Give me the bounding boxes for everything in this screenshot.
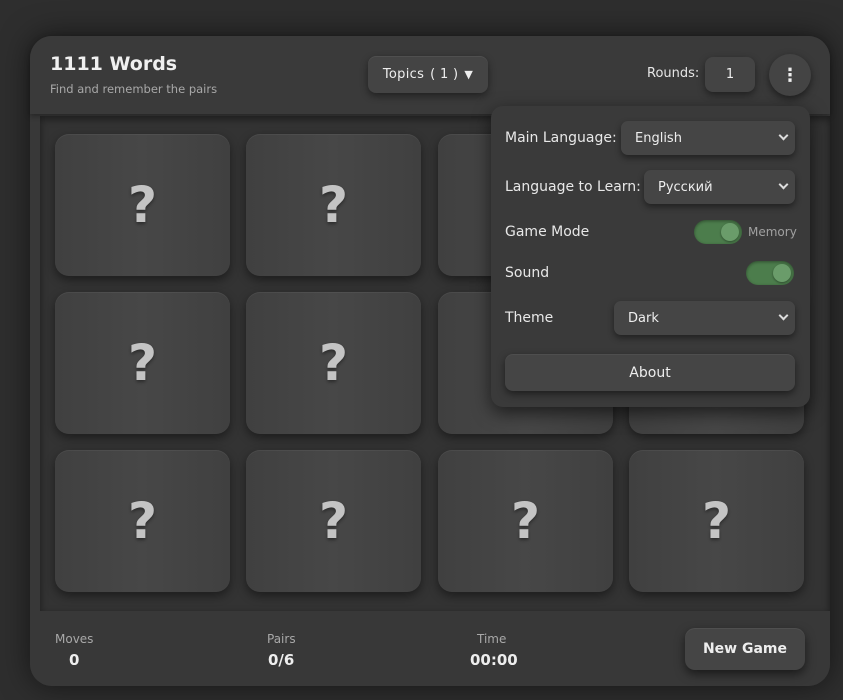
card-question-mark: ? (318, 334, 348, 392)
app-title: 1111 Words (50, 53, 178, 75)
more-vertical-icon[interactable]: ⋮ (769, 54, 811, 96)
card-question-mark: ? (510, 492, 540, 550)
learn-language-label: Language to Learn: (505, 179, 641, 195)
toggle-knob (721, 223, 739, 241)
header: 1111 Words Find and remember the pairs T… (30, 36, 830, 114)
memory-card[interactable]: ? (55, 450, 230, 592)
memory-card[interactable]: ? (246, 450, 421, 592)
learn-language-select[interactable]: Русский (644, 170, 795, 204)
main-language-label: Main Language: (505, 130, 617, 146)
theme-select[interactable]: Dark (614, 301, 795, 335)
toggle-knob (773, 264, 791, 282)
topics-button[interactable]: Topics ( 1 ) ▼ (368, 56, 488, 93)
new-game-button[interactable]: New Game (685, 628, 805, 670)
topics-label: Topics (382, 67, 425, 82)
chevron-down-icon (778, 310, 789, 321)
app-subtitle: Find and remember the pairs (50, 82, 218, 96)
time-label: Time (477, 632, 507, 646)
memory-card[interactable]: ? (246, 134, 421, 276)
card-question-mark: ? (318, 492, 348, 550)
time-value: 00:00 (470, 651, 518, 669)
rounds-label: Rounds: (647, 66, 700, 81)
memory-card[interactable]: ? (55, 292, 230, 434)
stats-footer: Moves 0 Pairs 0/6 Time 00:00 New Game (30, 614, 830, 686)
learn-language-value: Русский (658, 179, 713, 195)
theme-label: Theme (505, 310, 554, 326)
game-mode-label: Game Mode (505, 224, 590, 240)
sound-label: Sound (505, 265, 550, 281)
card-question-mark: ? (127, 176, 157, 234)
memory-card[interactable]: ? (629, 450, 804, 592)
dropdown-arrow-icon: ▼ (464, 68, 474, 81)
moves-value: 0 (69, 651, 80, 669)
game-mode-toggle[interactable] (694, 220, 742, 244)
card-question-mark: ? (127, 334, 157, 392)
memory-card[interactable]: ? (55, 134, 230, 276)
about-button[interactable]: About (505, 354, 795, 391)
main-language-value: English (635, 130, 682, 146)
pairs-label: Pairs (267, 632, 296, 646)
chevron-down-icon (778, 179, 789, 190)
chevron-down-icon (778, 130, 789, 141)
game-mode-value: Memory (748, 225, 797, 239)
rounds-input[interactable]: 1 (705, 57, 755, 92)
moves-label: Moves (55, 632, 94, 646)
card-question-mark: ? (318, 176, 348, 234)
pairs-value: 0/6 (268, 651, 295, 669)
memory-card[interactable]: ? (246, 292, 421, 434)
topics-count: ( 1 ) (430, 67, 459, 82)
theme-value: Dark (628, 310, 659, 326)
settings-dropdown: Main Language: English Language to Learn… (491, 106, 810, 407)
memory-card[interactable]: ? (438, 450, 613, 592)
main-language-select[interactable]: English (621, 121, 795, 155)
sound-toggle[interactable] (746, 261, 794, 285)
card-question-mark: ? (701, 492, 731, 550)
card-question-mark: ? (127, 492, 157, 550)
